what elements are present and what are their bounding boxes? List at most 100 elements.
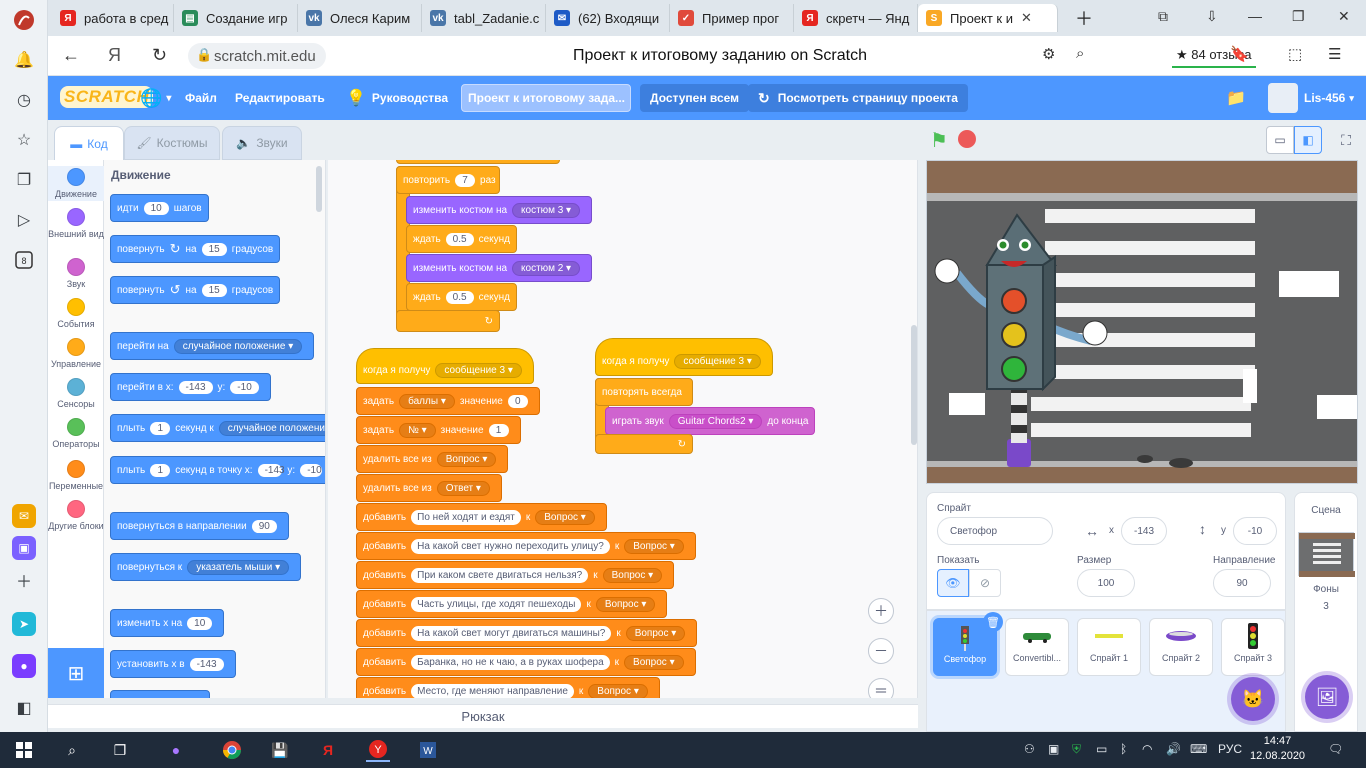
- block-input[interactable]: 1: [488, 423, 509, 437]
- block-text-input[interactable]: Часть улицы, где ходят пешеходы: [411, 596, 582, 612]
- block-input[interactable]: 0.5: [445, 290, 474, 304]
- mail-app-icon[interactable]: ✉: [12, 504, 36, 528]
- category-variables[interactable]: Переменные: [48, 460, 104, 491]
- block-glide[interactable]: плыть 1 секунд к случайное положение: [110, 414, 325, 442]
- block-input[interactable]: 10: [143, 201, 169, 215]
- downloads-icon[interactable]: ⬚: [1288, 45, 1302, 63]
- block-play-sound[interactable]: играть звукGuitar Chords2до конца: [605, 407, 816, 435]
- category-control[interactable]: Управление: [48, 338, 104, 369]
- block-dropdown[interactable]: Вопрос: [602, 567, 663, 583]
- stage-canvas[interactable]: [926, 160, 1358, 484]
- browser-logo-icon[interactable]: [12, 8, 36, 32]
- block-switch-costume[interactable]: изменить костюм на костюм 3: [406, 196, 593, 224]
- size-input[interactable]: 100: [1077, 569, 1135, 597]
- yandex-active-icon[interactable]: Y: [366, 738, 390, 762]
- stage-selector[interactable]: Сцена Фоны 3 🖼: [1294, 492, 1358, 732]
- block-switch-costume[interactable]: изменить костюм на костюм 2: [406, 254, 593, 282]
- block-dropdown[interactable]: Вопрос: [624, 538, 684, 554]
- traffic-light-sprite[interactable]: [927, 209, 1127, 479]
- bluetooth-icon[interactable]: ᛒ: [1120, 742, 1127, 756]
- block-add-to-list[interactable]: добавить При каком свете двигаться нельзя…: [356, 561, 675, 589]
- block-dropdown[interactable]: случайное положение: [218, 420, 325, 436]
- category-sensing[interactable]: Сенсоры: [48, 378, 104, 409]
- tab-costumes[interactable]: 🖌 Костюмы: [124, 126, 220, 160]
- category-operators[interactable]: Операторы: [48, 418, 104, 449]
- language-globe-icon[interactable]: 🌐 ▾: [140, 76, 171, 120]
- block-wait[interactable]: ждать 0.5 секунд: [406, 283, 517, 311]
- block-dropdown[interactable]: Вопрос: [436, 451, 497, 467]
- block-move-steps[interactable]: идти 10 шагов: [110, 194, 209, 222]
- block-wait[interactable]: ждать 0.5 секунд: [406, 225, 517, 253]
- back-icon[interactable]: ←: [62, 45, 80, 66]
- block-input[interactable]: 1: [150, 421, 171, 435]
- block-text-input[interactable]: На какой свет нужно переходить улицу?: [411, 538, 610, 554]
- add-sprite-button[interactable]: 🐱: [1231, 677, 1275, 721]
- user-menu[interactable]: Lis-456 ▾: [1268, 76, 1354, 120]
- category-sound[interactable]: Звук: [48, 258, 104, 289]
- block-add-to-list[interactable]: добавить Место, где меняют направление к Во…: [356, 677, 660, 698]
- block-dropdown[interactable]: Guitar Chords2: [668, 413, 763, 429]
- category-looks[interactable]: Внешний вид: [48, 208, 104, 239]
- add-extension-button[interactable]: ⊞: [48, 648, 104, 698]
- sprite-tile[interactable]: Светофор 🗑: [933, 612, 1003, 676]
- menu-file[interactable]: Файл: [185, 76, 217, 120]
- forever-end[interactable]: ↻: [595, 434, 693, 454]
- block-delete-all[interactable]: удалить все из Вопрос: [356, 445, 509, 473]
- category-events[interactable]: События: [48, 298, 104, 329]
- palette-scrollbar[interactable]: [316, 166, 322, 212]
- block-text-input[interactable]: При каком свете двигаться нельзя?: [411, 567, 589, 583]
- category-motion[interactable]: Движение: [48, 166, 104, 201]
- browser-tab[interactable]: vk Олеся Карим: [298, 4, 422, 32]
- block-when-receive[interactable]: когда я получу сообщение 3: [356, 348, 534, 384]
- block-add-to-list[interactable]: добавить На какой свет могут двигаться ма…: [356, 619, 698, 647]
- windows-start-icon[interactable]: [12, 738, 36, 762]
- search-icon[interactable]: ⌕: [1076, 45, 1084, 62]
- block-add-to-list[interactable]: добавить На какой свет нужно переходить у…: [356, 532, 696, 560]
- block-text-input[interactable]: По ней ходят и ездят: [411, 509, 521, 525]
- block-input[interactable]: 10: [187, 616, 213, 630]
- block-add-to-list[interactable]: добавить Баранка, но не к чаю, а в руках …: [356, 648, 696, 676]
- volume-icon[interactable]: 🔊: [1166, 742, 1181, 756]
- block-point-direction[interactable]: повернуться в направлении 90: [110, 512, 289, 540]
- yandex-browser-icon[interactable]: Я: [316, 738, 340, 762]
- block-partial-top[interactable]: [396, 160, 560, 164]
- tab-code[interactable]: ▬ Код: [54, 126, 124, 160]
- block-dropdown[interactable]: сообщение 3: [435, 362, 522, 378]
- block-set-variable[interactable]: задать№значение1: [356, 416, 521, 444]
- history-icon[interactable]: ◷: [12, 88, 36, 112]
- bookmarks-icon[interactable]: ☆: [12, 128, 36, 152]
- browser-tab[interactable]: ▤ Создание игр: [174, 4, 298, 32]
- save-disk-icon[interactable]: 💾: [268, 738, 292, 762]
- close-window-icon[interactable]: ✕: [1338, 8, 1350, 25]
- close-tab-icon[interactable]: ✕: [1021, 10, 1032, 26]
- download-icon[interactable]: ⇩: [1206, 8, 1218, 25]
- extension-icon[interactable]: ⚙: [1042, 45, 1055, 63]
- shield-icon[interactable]: ⛨: [1072, 742, 1081, 757]
- y-input[interactable]: -10: [1233, 517, 1277, 545]
- url-field[interactable]: 🔒 scratch.mit.edu: [188, 43, 326, 69]
- direction-input[interactable]: 90: [1213, 569, 1271, 597]
- repeat-end[interactable]: ↻: [396, 310, 500, 332]
- alice-app-icon[interactable]: ●: [12, 654, 36, 678]
- notifications-icon[interactable]: 🔔: [12, 48, 36, 72]
- block-dropdown[interactable]: костюм 3: [512, 202, 581, 218]
- menu-edit[interactable]: Редактировать: [235, 76, 325, 120]
- block-add-to-list[interactable]: добавить По ней ходят и ездят к Вопрос: [356, 503, 607, 531]
- code-workspace[interactable]: повторить 7 раз изменить костюм на костюм 3…: [328, 160, 918, 698]
- minimize-icon[interactable]: —: [1248, 8, 1262, 24]
- zoom-in-button[interactable]: ＋: [868, 598, 894, 624]
- menu-tutorials[interactable]: 💡 Руководства: [346, 76, 448, 120]
- notification-center-icon[interactable]: 🗨: [1328, 742, 1343, 756]
- large-stage-icon[interactable]: ◧: [1294, 126, 1322, 154]
- backpack[interactable]: Рюкзак: [48, 704, 918, 728]
- keyboard-icon[interactable]: ⌨: [1190, 742, 1207, 756]
- word-icon[interactable]: W: [416, 738, 440, 762]
- block-input[interactable]: 15: [201, 283, 227, 297]
- block-goto-xy[interactable]: перейти в x: -143 y: -10: [110, 373, 271, 401]
- task-view-icon[interactable]: ❐: [108, 738, 132, 762]
- search-icon[interactable]: ⌕: [60, 738, 84, 762]
- show-sprite-eye-icon[interactable]: 👁: [937, 569, 969, 597]
- block-input[interactable]: 1: [150, 463, 171, 477]
- block-input[interactable]: -10: [230, 380, 259, 394]
- alice-icon[interactable]: ●: [164, 738, 188, 762]
